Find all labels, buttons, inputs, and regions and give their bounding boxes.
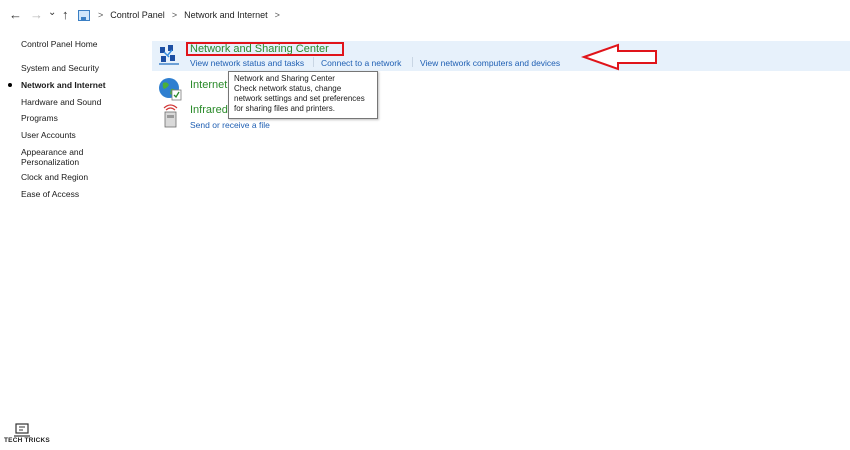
recent-locations-dropdown[interactable]: ⌄ [48,6,56,20]
up-button[interactable]: ↑ [62,8,69,22]
sidebar-item-user-accounts[interactable]: User Accounts [21,130,76,140]
back-button[interactable]: ← [9,8,22,22]
tooltip: Network and Sharing Center Check network… [228,71,378,119]
forward-button[interactable]: → [30,8,43,22]
network-sharing-center-icon [159,45,179,65]
breadcrumb: > Control Panel > Network and Internet > [78,7,287,23]
sidebar-item-clock-and-region[interactable]: Clock and Region [21,172,88,182]
sidebar-item-programs[interactable]: Programs [21,113,58,123]
breadcrumb-network-and-internet[interactable]: Network and Internet [184,10,268,20]
tooltip-title: Network and Sharing Center [234,74,335,83]
address-bar: ← → ⌄ ↑ > Control Panel > Network and In… [0,0,850,30]
link-view-network-computers-and-devices[interactable]: View network computers and devices [420,58,560,68]
link-divider [313,57,314,67]
breadcrumb-control-panel[interactable]: Control Panel [110,10,165,20]
sidebar-item-appearance-and[interactable]: Appearance and [21,147,83,157]
sidebar-item-label: Network and Internet [21,80,106,90]
tooltip-line: for sharing files and printers. [234,104,335,113]
link-send-or-receive-a-file[interactable]: Send or receive a file [190,120,270,130]
breadcrumb-separator[interactable]: > [275,10,280,20]
annotation-arrow-icon [580,43,657,71]
annotation-highlight-box [186,42,344,56]
internet-options-globe-icon [159,78,182,101]
link-connect-to-a-network[interactable]: Connect to a network [321,58,401,68]
sidebar-item-personalization[interactable]: Personalization [21,157,79,167]
link-view-network-status-and-tasks[interactable]: View network status and tasks [190,58,304,68]
breadcrumb-separator[interactable]: > [98,10,103,20]
tooltip-line: network settings and set preferences [234,94,365,103]
infrared-icon [163,104,178,128]
category-title-internet[interactable]: Internet [190,79,227,91]
tooltip-line: Check network status, change [234,84,342,93]
sidebar-item-network-and-internet[interactable]: Network and Internet [8,80,106,90]
control-panel-icon [78,9,90,21]
watermark-text: TECH TRICKS [4,437,50,444]
link-divider [412,57,413,67]
sidebar-item-system-and-security[interactable]: System and Security [21,63,99,73]
category-title-infrared[interactable]: Infrared [190,104,228,116]
sidebar-item-ease-of-access[interactable]: Ease of Access [21,189,79,199]
sidebar-item-control-panel-home[interactable]: Control Panel Home [21,39,98,49]
active-bullet-icon [8,83,12,87]
sidebar-item-hardware-and-sound[interactable]: Hardware and Sound [21,97,101,107]
breadcrumb-separator[interactable]: > [172,10,177,20]
